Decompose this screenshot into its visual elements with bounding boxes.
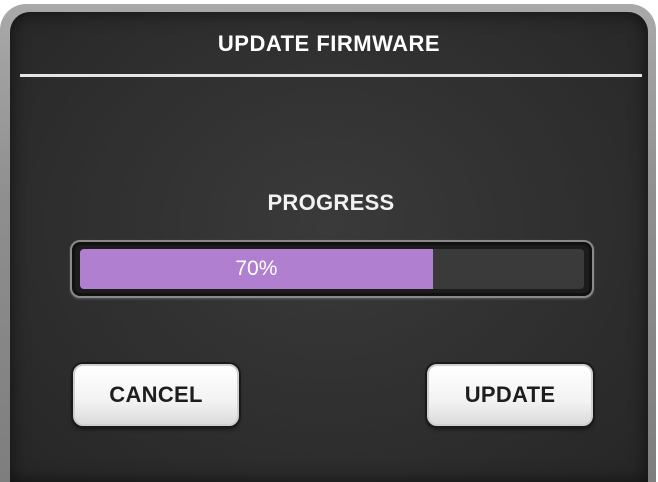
progress-bar: 70% [70,240,594,298]
update-button[interactable]: UPDATE [427,364,593,426]
cancel-button[interactable]: CANCEL [73,364,239,426]
stage: UPDATE FIRMWARE PROGRESS 70% CANCEL UPDA… [0,0,658,482]
title-divider [20,74,642,77]
progress-percent-text: 70% [235,257,278,280]
progress-label: PROGRESS [267,190,395,215]
progress-track: 70% [80,249,584,289]
dialog-title: UPDATE FIRMWARE [217,31,441,56]
update-firmware-dialog: UPDATE FIRMWARE PROGRESS 70% CANCEL UPDA… [10,12,648,482]
